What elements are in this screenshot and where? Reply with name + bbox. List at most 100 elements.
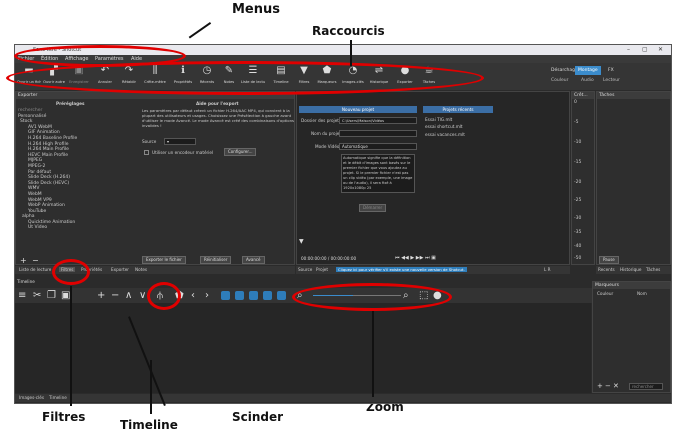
add-marker-icon[interactable]: + — [597, 382, 603, 390]
minimize-icon[interactable]: – — [627, 45, 630, 55]
audio-meter-panel: Crêt... 0 -5 -10 -15 -20 -25 -30 -35 -40… — [571, 91, 595, 265]
transport-controls[interactable]: ⏮ ◀◀ ▶ ▶▶ ⏭ ▣ — [395, 255, 436, 261]
cut-icon[interactable]: ✂ — [33, 290, 41, 301]
meter-label: -20 — [574, 180, 582, 185]
projects-folder-input[interactable]: C:\Users\Maison\Vidéos — [339, 117, 417, 124]
next-marker-icon[interactable]: › — [205, 290, 209, 301]
filters-highlight — [52, 259, 90, 285]
configure-button[interactable]: Configurer... — [224, 148, 257, 156]
tab-recents[interactable]: Recents — [598, 267, 615, 272]
player-tab-bar: Source Projet Cliquez ici pour vérifier … — [296, 266, 570, 274]
tab-timeline[interactable]: Timeline — [49, 395, 67, 400]
recent-item[interactable]: essai vacances.mlt — [425, 132, 465, 137]
project-name-input[interactable] — [339, 130, 417, 137]
advanced-button[interactable]: Avancé — [242, 256, 265, 264]
meter-label: 0 — [574, 100, 577, 105]
markers-title: Marqueurs — [593, 282, 670, 289]
timeline-track-area[interactable] — [15, 303, 591, 393]
workspace-sub-couleur[interactable]: Couleur — [551, 78, 568, 83]
hw-encoder-label: Utiliser un encodeur matériel — [152, 150, 214, 155]
add-preset-icon[interactable]: + — [20, 256, 27, 265]
tab-keyframes[interactable]: Images-clés — [19, 395, 44, 400]
zoom-highlight — [292, 283, 452, 311]
timeline-title: Timeline — [17, 279, 35, 284]
scrub-icon[interactable] — [235, 291, 244, 300]
recent-item[interactable]: essai shortcut.mlt — [425, 124, 463, 129]
meter-label: -50 — [574, 256, 582, 261]
snap-icon[interactable] — [221, 291, 230, 300]
remove-preset-icon[interactable]: − — [32, 256, 39, 265]
playhead-marker[interactable]: ▼ — [299, 238, 304, 245]
player-panel: Nouveau projet Dossier des projets C:\Us… — [296, 91, 570, 265]
callout-raccourcis: Raccourcis — [312, 24, 385, 38]
filtres-arrow — [70, 286, 72, 406]
project-name-label: Nom du projet — [311, 131, 341, 136]
workspace-tab-montage[interactable]: Montage — [575, 66, 601, 75]
new-project-header: Nouveau projet — [299, 106, 417, 113]
tab-playlist[interactable]: Liste de lecture — [19, 267, 51, 272]
tab-source[interactable]: Source — [298, 267, 312, 272]
remove-icon[interactable]: − — [111, 290, 119, 301]
maximize-icon[interactable]: ▢ — [642, 45, 648, 55]
hw-encoder-checkbox[interactable] — [144, 150, 149, 155]
timecode-display[interactable]: 00:00:00:00 / 00:00:00:00 — [301, 256, 356, 261]
update-message[interactable]: Cliquez ici pour vérifier s'il existe un… — [336, 267, 467, 272]
export-help-title: Aide pour l'export — [196, 101, 239, 106]
source-label: Source — [142, 139, 157, 144]
markers-panel: Marqueurs Couleur Nom + − ✕ rechercher — [592, 281, 671, 393]
markers-search-input[interactable]: rechercher — [629, 383, 663, 390]
lift-icon[interactable]: ∧ — [125, 290, 132, 301]
ripple-all-icon[interactable] — [263, 291, 272, 300]
meter-label: -5 — [574, 120, 579, 125]
video-mode-label: Mode Vidéo — [315, 144, 340, 149]
workspace-sub-audio[interactable]: Audio — [581, 78, 594, 83]
zoom-arrow — [372, 311, 374, 397]
ripple-markers-icon[interactable] — [277, 291, 286, 300]
start-button[interactable]: Démarrer — [359, 204, 387, 212]
workspace-tab-fx[interactable]: FX — [605, 66, 617, 75]
jobs-panel: Tâches Pause — [596, 91, 671, 265]
overwrite-icon[interactable]: ∨ — [139, 290, 146, 301]
callout-menus: Menus — [232, 2, 281, 17]
tab-history[interactable]: Historique — [620, 267, 641, 272]
remove-marker-icon[interactable]: − — [605, 382, 611, 390]
preset-list: rechercher Personnalisé Stock AV1 WebM G… — [18, 108, 140, 231]
meter-label: -30 — [574, 216, 582, 221]
tab-project[interactable]: Projet — [316, 267, 328, 272]
callout-filtres: Filtres — [42, 410, 86, 424]
recent-projects-header: Projets récents — [423, 106, 493, 113]
shotcut-window: Sans titre - Shotcut – ▢ ✕ Fichier Éditi… — [14, 44, 672, 404]
reset-button[interactable]: Réinitialiser — [200, 256, 232, 264]
source-select[interactable]: ▾ — [164, 138, 196, 145]
ripple-icon[interactable] — [249, 291, 258, 300]
pause-button[interactable]: Pause — [599, 256, 619, 264]
clear-marker-icon[interactable]: ✕ — [613, 382, 619, 390]
presets-header: Préréglages — [56, 101, 85, 106]
meter-lr-label: L R — [544, 267, 551, 272]
jobs-title: Tâches — [597, 92, 670, 99]
workspace-sub-lecteur[interactable]: Lecteur — [603, 78, 620, 83]
close-icon[interactable]: ✕ — [658, 45, 663, 55]
copy-icon[interactable]: ❐ — [47, 290, 56, 301]
export-file-button[interactable]: Exporter le fichier — [142, 256, 186, 264]
tab-jobs[interactable]: Tâches — [646, 267, 660, 272]
export-panel: Exporter Préréglages rechercher recherch… — [15, 91, 295, 265]
timecode-value: 00:00:00:00 — [301, 256, 327, 261]
markers-col-color: Couleur — [597, 291, 614, 296]
video-mode-select[interactable]: Automatique — [339, 143, 417, 150]
append-icon[interactable]: + — [97, 290, 105, 301]
menu-icon[interactable]: ≡ — [18, 290, 26, 301]
meter-label: -40 — [574, 244, 582, 249]
raccourcis-arrow — [350, 40, 352, 66]
tab-export[interactable]: Exporter — [111, 267, 129, 272]
list-item[interactable]: Ut Video — [18, 225, 140, 231]
recent-item[interactable]: Essai TIG.mlt — [425, 117, 452, 122]
shortcuts-highlight — [6, 61, 484, 95]
callout-timeline: Timeline — [120, 418, 178, 432]
meter-label: -25 — [574, 198, 582, 203]
right-tab-bar: Recents Historique Tâches — [596, 266, 671, 274]
tab-notes[interactable]: Notes — [135, 267, 147, 272]
prev-marker-icon[interactable]: ‹ — [191, 290, 195, 301]
markers-col-name: Nom — [637, 291, 647, 296]
meter-title: Crêt... — [572, 92, 594, 99]
